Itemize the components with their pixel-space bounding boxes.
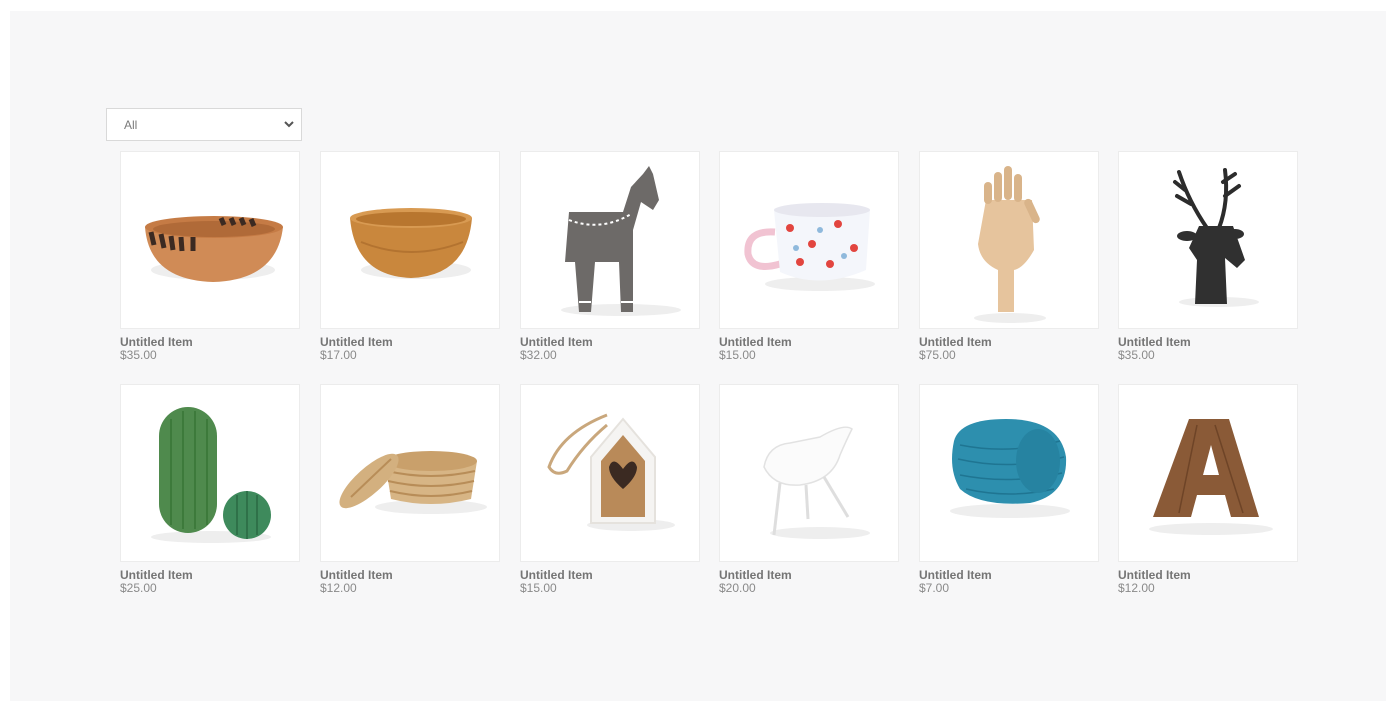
product-image[interactable] — [1118, 151, 1298, 329]
product-card[interactable]: Untitled Item $7.00 — [919, 384, 1099, 594]
product-price: $17.00 — [320, 348, 357, 362]
ceramic-cactus-icon — [151, 407, 271, 543]
product-card[interactable]: Untitled Item $32.00 — [520, 151, 700, 361]
product-image[interactable] — [919, 384, 1099, 562]
product-image[interactable] — [919, 151, 1099, 329]
product-price: $12.00 — [1118, 581, 1155, 595]
product-image[interactable] — [320, 151, 500, 329]
product-image[interactable] — [520, 384, 700, 562]
product-card[interactable]: Untitled Item $17.00 — [320, 151, 500, 361]
product-price: $15.00 — [719, 348, 756, 362]
product-price: $35.00 — [120, 348, 157, 362]
product-image[interactable] — [719, 384, 899, 562]
wooden-horse-icon — [561, 166, 681, 316]
product-image[interactable] — [320, 384, 500, 562]
product-image[interactable] — [120, 151, 300, 329]
white-bird-icon — [763, 426, 870, 539]
product-card[interactable]: Untitled Item $35.00 — [120, 151, 300, 361]
yarn-ball-icon — [950, 419, 1070, 518]
product-price: $25.00 — [120, 581, 157, 595]
bamboo-bowl-icon — [350, 208, 472, 279]
wooden-letter-a-icon — [1149, 419, 1273, 535]
woven-basket-icon — [339, 451, 487, 514]
striped-wooden-bowl-icon — [145, 216, 283, 282]
floral-mug-icon — [744, 203, 875, 291]
product-price: $75.00 — [919, 348, 956, 362]
product-card[interactable]: Untitled Item $15.00 — [520, 384, 700, 594]
product-image[interactable] — [719, 151, 899, 329]
product-card[interactable]: Untitled Item $12.00 — [320, 384, 500, 594]
product-card[interactable]: Untitled Item $25.00 — [120, 384, 300, 594]
product-image[interactable] — [1118, 384, 1298, 562]
birdhouse-icon — [547, 413, 675, 531]
product-price: $20.00 — [719, 581, 756, 595]
product-card[interactable]: Untitled Item $20.00 — [719, 384, 899, 594]
product-price: $12.00 — [320, 581, 357, 595]
product-image[interactable] — [520, 151, 700, 329]
product-price: $15.00 — [520, 581, 557, 595]
product-image[interactable] — [120, 384, 300, 562]
product-price: $7.00 — [919, 581, 950, 595]
product-card[interactable]: Untitled Item $15.00 — [719, 151, 899, 361]
product-card[interactable]: Untitled Item $35.00 — [1118, 151, 1298, 361]
wooden-hand-icon — [974, 166, 1046, 323]
chevron-down-icon — [284, 121, 294, 128]
deer-head-icon — [1173, 168, 1259, 307]
category-filter-value: All — [124, 118, 138, 132]
product-card[interactable]: Untitled Item $12.00 — [1118, 384, 1298, 594]
product-price: $32.00 — [520, 348, 557, 362]
product-card[interactable]: Untitled Item $75.00 — [919, 151, 1099, 361]
product-price: $35.00 — [1118, 348, 1155, 362]
category-filter-select[interactable]: All — [106, 108, 302, 141]
